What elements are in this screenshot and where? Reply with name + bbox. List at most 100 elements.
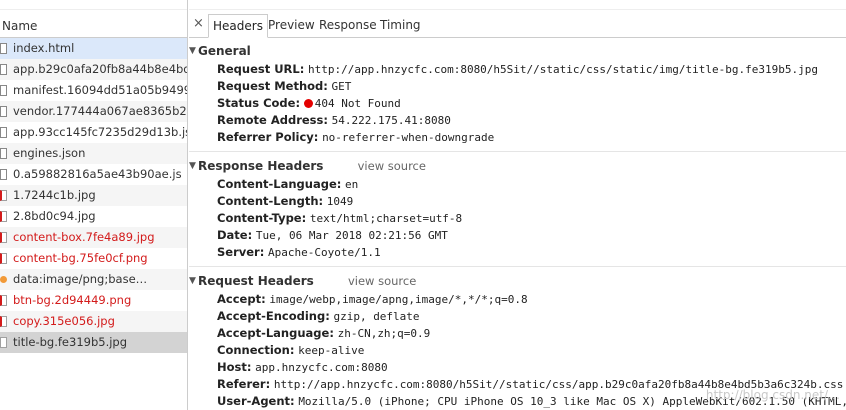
header-row: Connection: keep-alive [189,342,846,359]
tab-response[interactable]: Response [315,14,381,38]
close-icon[interactable]: × [193,16,204,31]
request-headers-title[interactable]: ▼ Request Headers view source [189,272,846,291]
status-dot-icon [303,99,313,108]
detail-tabs: × Headers Preview Response Timing [189,10,846,38]
doc-icon [0,85,7,96]
header-value: en [345,178,359,191]
doc-icon [0,169,7,180]
image-icon [0,337,7,348]
file-list-panel: Name index.html app.b29c0afa20fb8a44b8e4b… [0,0,188,410]
header-key: Accept-Encoding: [217,309,330,323]
file-row[interactable]: 0.a59882816a5ae43b90ae.js [0,164,187,185]
header-row: Server: Apache-Coyote/1.1 [189,244,846,261]
response-view-source-link[interactable]: view source [358,159,426,173]
general-section-title[interactable]: ▼ General [189,42,846,61]
file-row[interactable]: 2.8bd0c94.jpg [0,206,187,227]
header-value: Tue, 06 Mar 2018 02:21:56 GMT [255,229,448,242]
general-section: ▼ General Request URL: http://app.hnzycf… [189,39,846,146]
header-row: Request URL: http://app.hnzycfc.com:8080… [189,61,846,78]
file-name: content-box.7fe4a89.jpg [13,230,155,244]
header-key: User-Agent: [217,394,295,408]
header-value: GET [331,80,352,93]
response-headers-section: ▼ Response Headers view source Content-L… [189,157,846,261]
header-key: Content-Length: [217,194,324,208]
file-name: 0.a59882816a5ae43b90ae.js [13,167,182,181]
image-icon [0,211,7,222]
header-value: 1049 [326,195,354,208]
header-value: keep-alive [298,344,365,357]
image-icon [0,232,7,243]
file-row[interactable]: data:image/png;base… [0,269,187,290]
file-row[interactable]: manifest.16094dd51a05b9499… [0,80,187,101]
header-value: app.hnzycfc.com:8080 [255,361,388,374]
request-view-source-link[interactable]: view source [348,274,416,288]
tab-headers[interactable]: Headers [208,14,268,38]
header-key: Date: [217,228,253,242]
header-key: Request Method: [217,79,328,93]
header-row: Content-Length: 1049 [189,193,846,210]
header-row: Status Code: 404 Not Found [189,95,846,112]
file-row[interactable]: title-bg.fe319b5.jpg [0,332,187,353]
file-row[interactable]: app.93cc145fc7235d29d13b.js [0,122,187,143]
name-column-header[interactable]: Name [2,19,37,33]
file-list-header: Name [0,0,187,38]
header-key: Request URL: [217,62,305,76]
triangle-down-icon: ▼ [189,46,196,56]
header-row: Host: app.hnzycfc.com:8080 [189,359,846,376]
doc-icon [0,64,7,75]
file-row[interactable]: content-bg.75fe0cf.png [0,248,187,269]
image-icon [0,253,7,264]
file-name: app.b29c0afa20fb8a44b8e4bd… [13,62,187,76]
data-icon [0,276,7,283]
header-key: Server: [217,245,265,259]
header-row: Request Method: GET [189,78,846,95]
header-value: http://app.hnzycfc.com:8080/h5Sit//stati… [308,63,818,76]
header-value: Apache-Coyote/1.1 [267,246,381,259]
file-name: 1.7244c1b.jpg [13,188,96,202]
file-row[interactable]: vendor.177444a067ae8365b22… [0,101,187,122]
header-value: gzip, deflate [333,310,420,323]
file-name: data:image/png;base… [13,272,148,286]
file-name: app.93cc145fc7235d29d13b.js [13,125,187,139]
header-row: Content-Type: text/html;charset=utf-8 [189,210,846,227]
file-row[interactable]: copy.315e056.jpg [0,311,187,332]
header-key: Accept-Language: [217,326,334,340]
response-headers-title[interactable]: ▼ Response Headers view source [189,157,846,176]
file-row[interactable]: engines.json [0,143,187,164]
image-icon [0,295,7,306]
doc-icon [0,43,7,54]
header-value: text/html;charset=utf-8 [309,212,463,225]
file-row[interactable]: content-box.7fe4a89.jpg [0,227,187,248]
file-name: vendor.177444a067ae8365b22… [13,104,187,118]
doc-icon [0,127,7,138]
image-icon [0,190,7,201]
header-key: Referrer Policy: [217,130,319,144]
triangle-down-icon: ▼ [189,161,196,171]
tab-preview[interactable]: Preview [264,14,319,38]
header-key: Content-Language: [217,177,342,191]
file-row[interactable]: btn-bg.2d94449.png [0,290,187,311]
header-key: Status Code: [217,96,301,110]
image-icon [0,316,7,327]
file-name: content-bg.75fe0cf.png [13,251,148,265]
header-value: 404 Not Found [314,97,401,110]
file-name: btn-bg.2d94449.png [13,293,132,307]
header-key: Accept: [217,292,266,306]
header-key: Content-Type: [217,211,307,225]
doc-icon [0,106,7,117]
header-row: Content-Language: en [189,176,846,193]
header-row: Referrer Policy: no-referrer-when-downgr… [189,129,846,146]
file-row[interactable]: 1.7244c1b.jpg [0,185,187,206]
header-value: no-referrer-when-downgrade [322,131,495,144]
triangle-down-icon: ▼ [189,276,196,286]
file-list: index.html app.b29c0afa20fb8a44b8e4bd… man… [0,38,187,353]
file-row[interactable]: index.html [0,38,187,59]
file-name: manifest.16094dd51a05b9499… [13,83,187,97]
header-key: Remote Address: [217,113,328,127]
header-row: Accept-Language: zh-CN,zh;q=0.9 [189,325,846,342]
file-row[interactable]: app.b29c0afa20fb8a44b8e4bd… [0,59,187,80]
tab-timing[interactable]: Timing [376,14,425,38]
file-name: 2.8bd0c94.jpg [13,209,96,223]
watermark: http://blog.csdn.net/… [705,388,840,402]
file-name: index.html [13,41,75,55]
